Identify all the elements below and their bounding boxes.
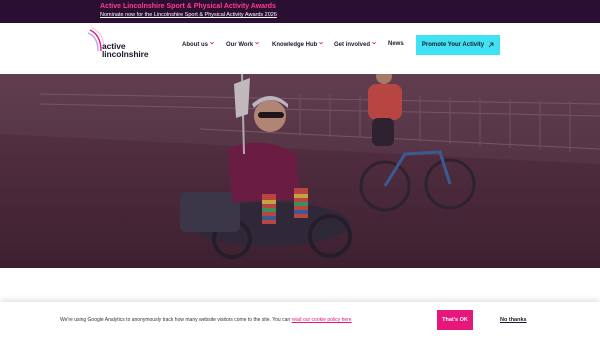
- nav-knowledge-hub[interactable]: Knowledge Hub: [272, 41, 324, 48]
- cookie-message: We're using Google Analytics to anonymou…: [60, 317, 352, 323]
- nav-label: Our Work: [226, 42, 254, 48]
- accept-cookies-button[interactable]: That's OK: [437, 310, 473, 330]
- site-header: active lincolnshire About us Our Work Kn…: [0, 23, 600, 74]
- hero-illustration: [0, 74, 600, 268]
- nav-label: Knowledge Hub: [272, 42, 318, 48]
- announcement-bar: Active Lincolnshire Sport & Physical Act…: [0, 0, 600, 23]
- nav-about-us[interactable]: About us: [182, 41, 214, 48]
- chevron-down-icon: [210, 41, 214, 45]
- nav-get-involved[interactable]: Get involved: [334, 41, 376, 48]
- site-logo[interactable]: active lincolnshire: [86, 27, 166, 67]
- nav-label: Get involved: [334, 42, 371, 48]
- cookie-banner: We're using Google Analytics to anonymou…: [0, 302, 600, 338]
- chevron-down-icon: [319, 41, 324, 45]
- cookie-message-text: We're using Google Analytics to anonymou…: [60, 317, 291, 323]
- nav-label: About us: [182, 42, 208, 48]
- nav-news[interactable]: News: [388, 41, 404, 47]
- cta-label: Promote Your Activity: [421, 42, 485, 48]
- promote-activity-button[interactable]: Promote Your Activity: [416, 35, 500, 55]
- hero-image: [0, 74, 600, 268]
- nav-label: News: [388, 41, 404, 47]
- chevron-down-icon: [255, 41, 260, 45]
- logo-text-line2: lincolnshire: [102, 49, 149, 59]
- cookie-policy-link[interactable]: read our cookie policy here: [292, 317, 352, 323]
- page: Active Lincolnshire Sport & Physical Act…: [0, 0, 600, 338]
- announcement-link[interactable]: Nominate now for the Lincolnshire Sport …: [100, 12, 277, 18]
- announcement-title: Active Lincolnshire Sport & Physical Act…: [100, 3, 276, 10]
- arrow-up-right-icon: [488, 42, 494, 48]
- chevron-down-icon: [372, 41, 376, 45]
- nav-our-work[interactable]: Our Work: [226, 41, 260, 48]
- decline-cookies-button[interactable]: No thanks: [500, 317, 527, 323]
